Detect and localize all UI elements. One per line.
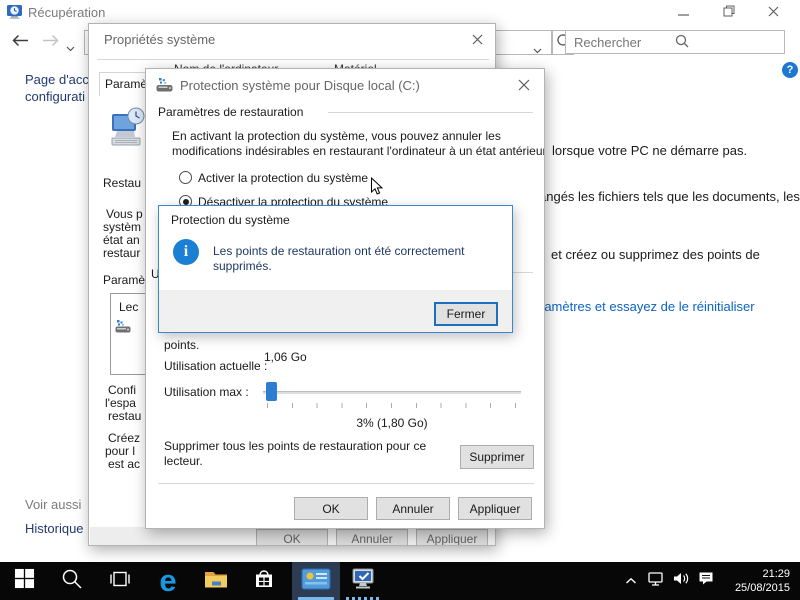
close-icon[interactable] — [465, 29, 489, 49]
nav-home-link-line2[interactable]: configurati — [25, 88, 85, 105]
usage-max-label: Utilisation max : — [164, 385, 249, 400]
ok-button[interactable]: OK — [294, 497, 368, 520]
sysprops-apply-button[interactable]: Appliquer — [416, 529, 488, 546]
search-icon — [61, 568, 83, 595]
taskbar-clock[interactable]: 21:29 25/08/2015 — [700, 567, 790, 595]
help-icon[interactable]: ? — [782, 62, 798, 78]
desktop: Récupération — [0, 0, 800, 600]
recovery-window-title: Récupération — [28, 4, 105, 21]
system-restore-app-icon — [351, 567, 377, 596]
message-line2: supprimés. — [213, 259, 272, 274]
file-explorer-taskbar-icon[interactable] — [192, 562, 240, 600]
close-window-icon[interactable] — [758, 0, 788, 22]
network-tray-button[interactable] — [644, 562, 668, 600]
message-box-title: Protection du système — [171, 213, 290, 228]
clock-date: 25/08/2015 — [700, 581, 790, 595]
search-placeholder: Rechercher — [574, 35, 675, 50]
tab-system-protection[interactable]: Paramèt — [99, 72, 151, 96]
taskbar: e — [0, 562, 800, 600]
taskbar-search-button[interactable] — [48, 562, 96, 600]
content-fragment: lorsque votre PC ne démarre pas. — [552, 142, 747, 159]
forward-icon[interactable] — [42, 34, 59, 52]
delete-button[interactable]: Supprimer — [460, 445, 534, 469]
reset-pc-link[interactable]: ramètres et essayez de le réinitialiser — [540, 298, 755, 315]
recovery-app-icon — [6, 4, 24, 25]
system-properties-title: Propriétés système — [104, 32, 215, 47]
system-restore-icon — [109, 106, 147, 155]
control-panel-icon — [301, 568, 331, 595]
restore-button[interactable] — [714, 0, 744, 22]
folder-icon — [204, 569, 228, 594]
usage-slider-value: 3% (1,80 Go) — [263, 416, 521, 431]
protection-dialog-title: Protection système pour Disque local (C:… — [180, 78, 420, 93]
content-fragment: angés les fichiers tels que les document… — [539, 188, 800, 205]
speaker-icon — [672, 571, 690, 591]
content-fragment: et créez ou supprimez des points de — [551, 246, 760, 263]
sysprops-fragment: restaur — [103, 246, 140, 261]
protection-description-line2: modifications indésirables en restaurant… — [172, 144, 545, 159]
windows-logo-icon — [14, 568, 35, 594]
sysprops-cancel-button[interactable]: Annuler — [336, 529, 408, 546]
apply-button[interactable]: Appliquer — [458, 497, 532, 520]
store-taskbar-icon[interactable] — [240, 562, 288, 600]
back-icon[interactable] — [12, 34, 29, 52]
drive-icon — [115, 320, 135, 339]
search-input[interactable]: Rechercher — [565, 30, 785, 54]
restore-settings-group-label: Paramètres de restauration — [158, 105, 303, 120]
sysprops-ok-button[interactable]: OK — [256, 529, 328, 546]
delete-points-text-line1: Supprimer tous les points de restauratio… — [164, 439, 426, 454]
system-restore-taskbar-icon[interactable] — [340, 562, 388, 600]
usage-current-label: Utilisation actuelle : — [164, 359, 267, 374]
sysprops-fragment: est ac — [108, 457, 140, 472]
tray-chevron-button[interactable] — [620, 562, 642, 600]
slider-ticks — [267, 403, 517, 408]
nav-home-link[interactable]: Page d'acc — [25, 71, 89, 88]
protection-message-box: Protection du système i Les points de re… — [158, 205, 513, 333]
chevron-up-icon — [625, 572, 637, 590]
close-icon[interactable] — [512, 75, 536, 95]
drive-icon — [156, 77, 176, 98]
control-panel-taskbar-icon[interactable] — [292, 562, 340, 600]
edge-taskbar-icon[interactable]: e — [144, 562, 192, 600]
see-also-label: Voir aussi — [25, 496, 81, 513]
edge-icon: e — [159, 566, 176, 596]
usage-slider-track[interactable] — [263, 391, 521, 394]
minimize-button[interactable] — [668, 0, 698, 22]
task-view-button[interactable] — [96, 562, 144, 600]
search-icon[interactable] — [675, 34, 776, 51]
radio-enable-label[interactable]: Activer la protection du système — [198, 171, 368, 186]
clock-time: 21:29 — [700, 567, 790, 581]
info-icon: i — [173, 239, 199, 265]
store-bag-icon — [253, 568, 275, 595]
recent-pages-chevron-icon[interactable] — [66, 39, 75, 57]
cancel-button[interactable]: Annuler — [376, 497, 450, 520]
radio-enable-protection[interactable] — [179, 171, 192, 184]
sysprops-fragment: Paramè — [103, 273, 145, 288]
sysprops-fragment: restau — [108, 409, 141, 424]
delete-points-text-line2: lecteur. — [164, 454, 203, 469]
sysprops-fragment: Restau — [103, 176, 141, 191]
address-chevron-icon[interactable] — [533, 41, 542, 59]
usage-current-value: 1,06 Go — [264, 350, 307, 365]
start-button[interactable] — [0, 562, 48, 600]
protection-description-line1: En activant la protection du système, vo… — [172, 129, 501, 144]
volume-tray-button[interactable] — [668, 562, 694, 600]
mouse-cursor — [370, 177, 383, 201]
message-line1: Les points de restauration ont été corre… — [213, 244, 464, 259]
history-link[interactable]: Historique — [25, 520, 84, 537]
points-fragment: points. — [164, 338, 199, 353]
fermer-button[interactable]: Fermer — [434, 302, 498, 326]
network-icon — [647, 571, 666, 592]
usage-slider-thumb[interactable] — [266, 382, 277, 401]
task-view-icon — [109, 569, 131, 594]
